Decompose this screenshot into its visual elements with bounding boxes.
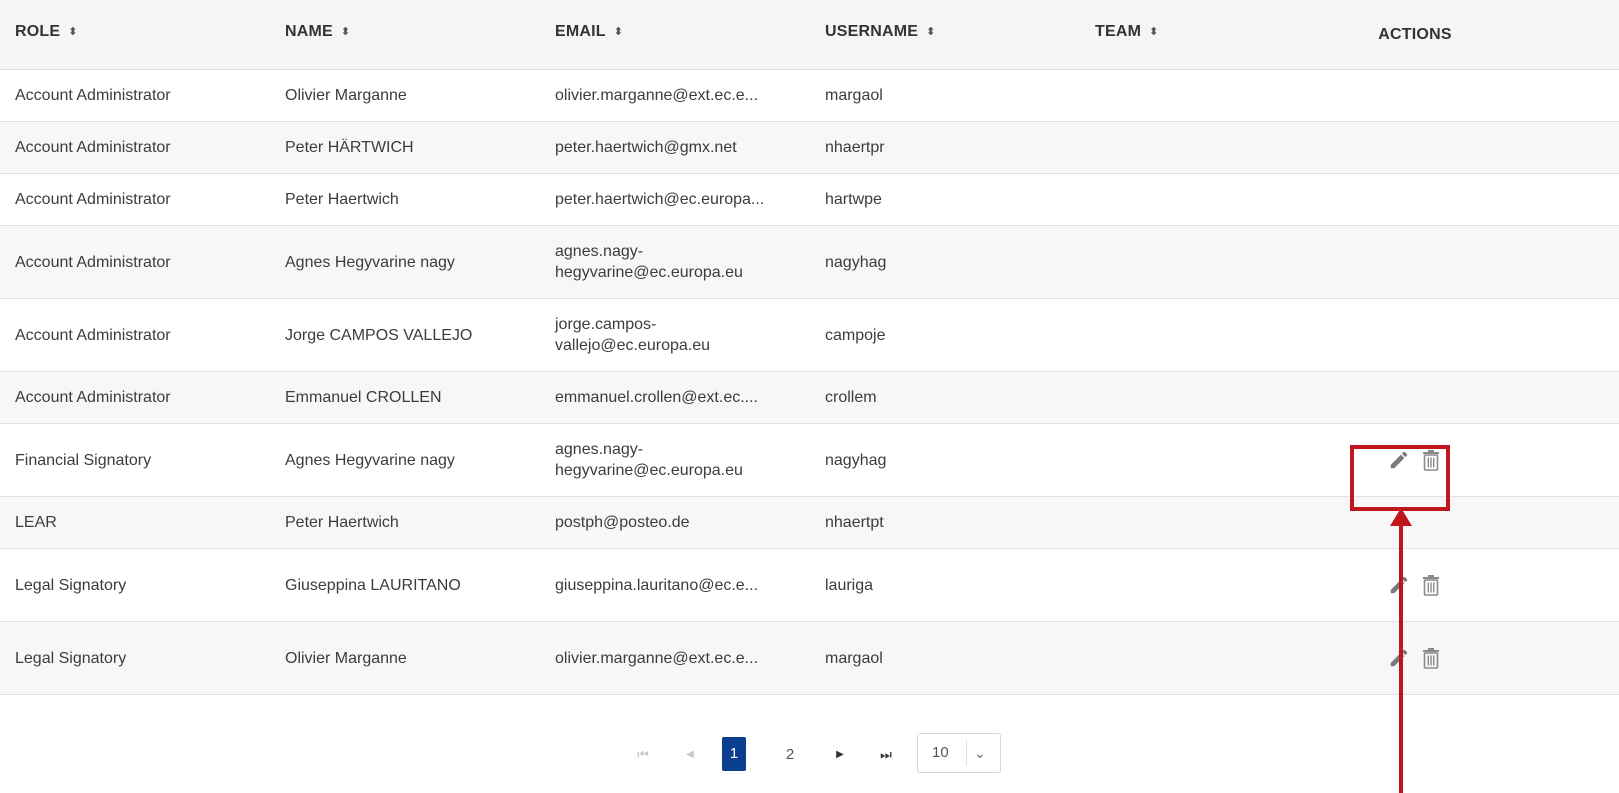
cell-actions [1360,226,1470,298]
cell-name: Jorge CAMPOS VALLEJO [285,326,473,344]
cell-username: margaol [825,87,883,104]
cell-team [1095,549,1295,621]
cell-email: jorge.campos-vallejo@ec.europa.eu [555,316,711,354]
page-button-1[interactable]: 1 [722,737,746,771]
cell-email: giuseppina.lauritano@ec.e... [555,576,759,594]
cell-username: nagyhag [825,253,887,271]
cell-name: Agnes Hegyvarine nagy [285,451,455,469]
table-row: LEAR Peter Haertwich postph@posteo.de nhaer… [0,497,1619,549]
sort-icon: ⬍ [68,26,78,38]
cell-email: agnes.nagy-hegyvarine@ec.europa.eu [555,243,743,281]
column-header-email[interactable]: EMAIL ⬍ [555,0,623,70]
table-header: ROLE ⬍ NAME ⬍ EMAIL ⬍ USERNAME ⬍ TEAM ⬍ ACTIO… [0,0,1619,70]
cell-username: margaol [825,649,883,667]
table-row: Legal Signatory Giuseppina LAURITANO giuse… [0,549,1619,622]
cell-role: Legal Signatory [15,576,127,594]
cell-username: campoje [825,326,886,344]
cell-team [1095,226,1295,298]
cell-name: Agnes Hegyvarine nagy [285,253,455,271]
cell-username: nagyhag [825,451,887,469]
cell-role: Account Administrator [15,87,171,104]
cell-role: Financial Signatory [15,451,152,469]
table-row: Account Administrator Peter Haertwich pete… [0,174,1619,226]
cell-email: emmanuel.crollen@ext.ec.... [555,389,758,406]
cell-name: Olivier Marganne [285,87,407,104]
cell-actions [1360,372,1470,423]
table-row: Account Administrator Olivier Marganne oli… [0,70,1619,122]
cell-username: nhaertpr [825,139,885,156]
cell-team [1095,299,1295,371]
users-table: ROLE ⬍ NAME ⬍ EMAIL ⬍ USERNAME ⬍ TEAM ⬍ ACTIO… [0,0,1619,695]
cell-email: peter.haertwich@ec.europa... [555,191,765,208]
table-row: Account Administrator Emmanuel CROLLEN emm… [0,372,1619,424]
cell-role: Account Administrator [15,191,171,208]
cell-team [1095,424,1295,496]
cell-username: nhaertpt [825,514,884,531]
cell-email: postph@posteo.de [555,514,690,531]
first-page-icon[interactable]: ⏮ [636,740,650,770]
page-size-value: 10 [932,744,949,761]
cell-email: olivier.marganne@ext.ec.e... [555,649,759,667]
column-header-role[interactable]: ROLE ⬍ [15,0,78,70]
cell-name: Peter Haertwich [285,191,399,208]
cell-role: Account Administrator [15,326,171,344]
column-header-actions: ACTIONS [1378,26,1452,43]
cell-name: Giuseppina LAURITANO [285,576,461,594]
next-page-icon[interactable]: ▶ [833,740,847,770]
cell-role: Legal Signatory [15,649,127,667]
cell-team [1095,622,1295,694]
page-size-select[interactable]: 10 ⌄ [917,733,1001,773]
cell-email: peter.haertwich@gmx.net [555,139,737,156]
trash-icon[interactable] [1418,645,1444,671]
table-body: Account Administrator Olivier Marganne oli… [0,70,1619,695]
table-row: Account Administrator Peter HÄRTWICH peter… [0,122,1619,174]
table-row: Financial Signatory Agnes Hegyvarine nagy… [0,424,1619,497]
cell-username: hartwpe [825,191,882,208]
cell-role: Account Administrator [15,389,171,406]
cell-name: Olivier Marganne [285,649,407,667]
pagination: ⏮ ◀ 1 2 ▶ ⏭ 10 ⌄ [0,716,1619,793]
cell-role: Account Administrator [15,139,171,156]
sort-icon: ⬍ [1149,26,1159,38]
column-header-username[interactable]: USERNAME ⬍ [825,0,936,70]
column-header-name[interactable]: NAME ⬍ [285,0,350,70]
cell-email: agnes.nagy-hegyvarine@ec.europa.eu [555,441,743,479]
last-page-icon[interactable]: ⏭ [878,740,894,770]
cell-role: Account Administrator [15,253,171,271]
cell-actions [1360,622,1470,694]
cell-team [1095,174,1295,225]
cell-username: crollem [825,389,877,406]
cell-actions [1360,299,1470,371]
table-row: Legal Signatory Olivier Marganne olivier.m… [0,622,1619,695]
sort-icon: ⬍ [340,26,351,38]
cell-team [1095,372,1295,423]
page-size-divider [966,740,967,766]
cell-email: olivier.marganne@ext.ec.e... [555,87,759,104]
cell-actions [1360,424,1470,496]
cell-actions [1360,497,1470,548]
table-row: Account Administrator Agnes Hegyvarine na… [0,226,1619,299]
chevron-down-icon[interactable]: ⌄ [974,734,986,772]
page-button-2[interactable]: 2 [778,740,802,770]
trash-icon[interactable] [1418,447,1444,473]
pencil-icon[interactable] [1386,447,1412,473]
cell-team [1095,122,1295,173]
sort-icon: ⬍ [613,26,624,38]
cell-name: Peter Haertwich [285,514,399,531]
cell-role: LEAR [15,514,57,531]
previous-page-icon[interactable]: ◀ [683,740,697,770]
cell-actions [1360,122,1470,173]
table-row: Account Administrator Jorge CAMPOS VALLEJ… [0,299,1619,372]
cell-name: Peter HÄRTWICH [285,139,414,156]
cell-actions [1360,174,1470,225]
sort-icon: ⬍ [926,26,936,38]
trash-icon[interactable] [1418,572,1444,598]
cell-username: lauriga [825,576,874,594]
cell-name: Emmanuel CROLLEN [285,389,442,406]
cell-team [1095,70,1295,121]
cell-team [1095,497,1295,548]
cell-actions [1360,549,1470,621]
column-header-team[interactable]: TEAM ⬍ [1095,0,1159,70]
cell-actions [1360,70,1470,121]
